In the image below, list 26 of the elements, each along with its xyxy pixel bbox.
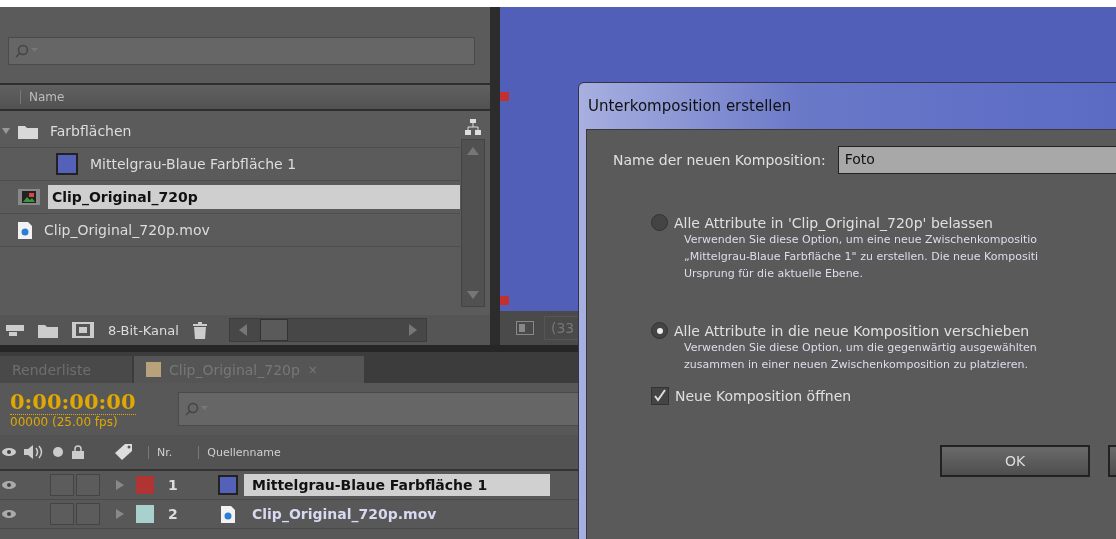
layer-number: 2 bbox=[168, 506, 179, 522]
option-description: Ursprung für die aktuelle Ebene. bbox=[684, 266, 864, 282]
project-item[interactable]: Farbflächen bbox=[46, 119, 460, 143]
option-description: zusammen in einer neuen Zwischenkomposition zu platzieren. bbox=[684, 357, 1029, 373]
project-item[interactable]: Clip_Original_720p.mov bbox=[40, 218, 460, 242]
frame-count: 00000 (25.00 fps) bbox=[10, 415, 119, 429]
ok-button[interactable]: OK bbox=[940, 445, 1090, 477]
option-description: Verwenden Sie diese Option, um eine neue Zwischenkompositio bbox=[684, 232, 1039, 248]
checkbox-label[interactable]: Neue Komposition öffnen bbox=[675, 388, 852, 404]
option-description: Verwenden Sie diese Option, um die gegenwärtig ausgewählten bbox=[684, 340, 1038, 356]
bit-depth-label[interactable]: 8-Bit-Kanal bbox=[108, 322, 179, 338]
project-item[interactable]: Clip_Original_720p bbox=[48, 185, 460, 209]
field-label: Name der neuen Komposition: bbox=[613, 152, 826, 168]
project-item[interactable]: Mittelgrau-Blaue Farbfläche 1 bbox=[86, 152, 460, 176]
column-header[interactable]: Quellenname bbox=[198, 445, 281, 459]
column-header[interactable]: Nr. bbox=[148, 445, 173, 459]
option-description: „Mittelgrau-Blaue Farbfläche 1" zu erstellen. Die neue Kompositi bbox=[684, 249, 1040, 265]
layer-number: 1 bbox=[168, 477, 179, 493]
timecode[interactable]: 0:00:00:00 bbox=[10, 389, 136, 415]
layer-name[interactable]: Clip_Original_720p.mov bbox=[244, 503, 550, 525]
layer-name[interactable]: Mittelgrau-Blaue Farbfläche 1 bbox=[244, 474, 550, 496]
column-header[interactable]: Name bbox=[20, 90, 65, 104]
name-input-field[interactable]: Foto bbox=[837, 146, 1116, 174]
dialog-title: Unterkomposition erstellen bbox=[587, 96, 793, 117]
option-label[interactable]: Alle Attribute in die neue Komposition verschieben bbox=[674, 322, 1030, 339]
option-label[interactable]: Alle Attribute in 'Clip_Original_720p' belassen bbox=[674, 214, 993, 231]
